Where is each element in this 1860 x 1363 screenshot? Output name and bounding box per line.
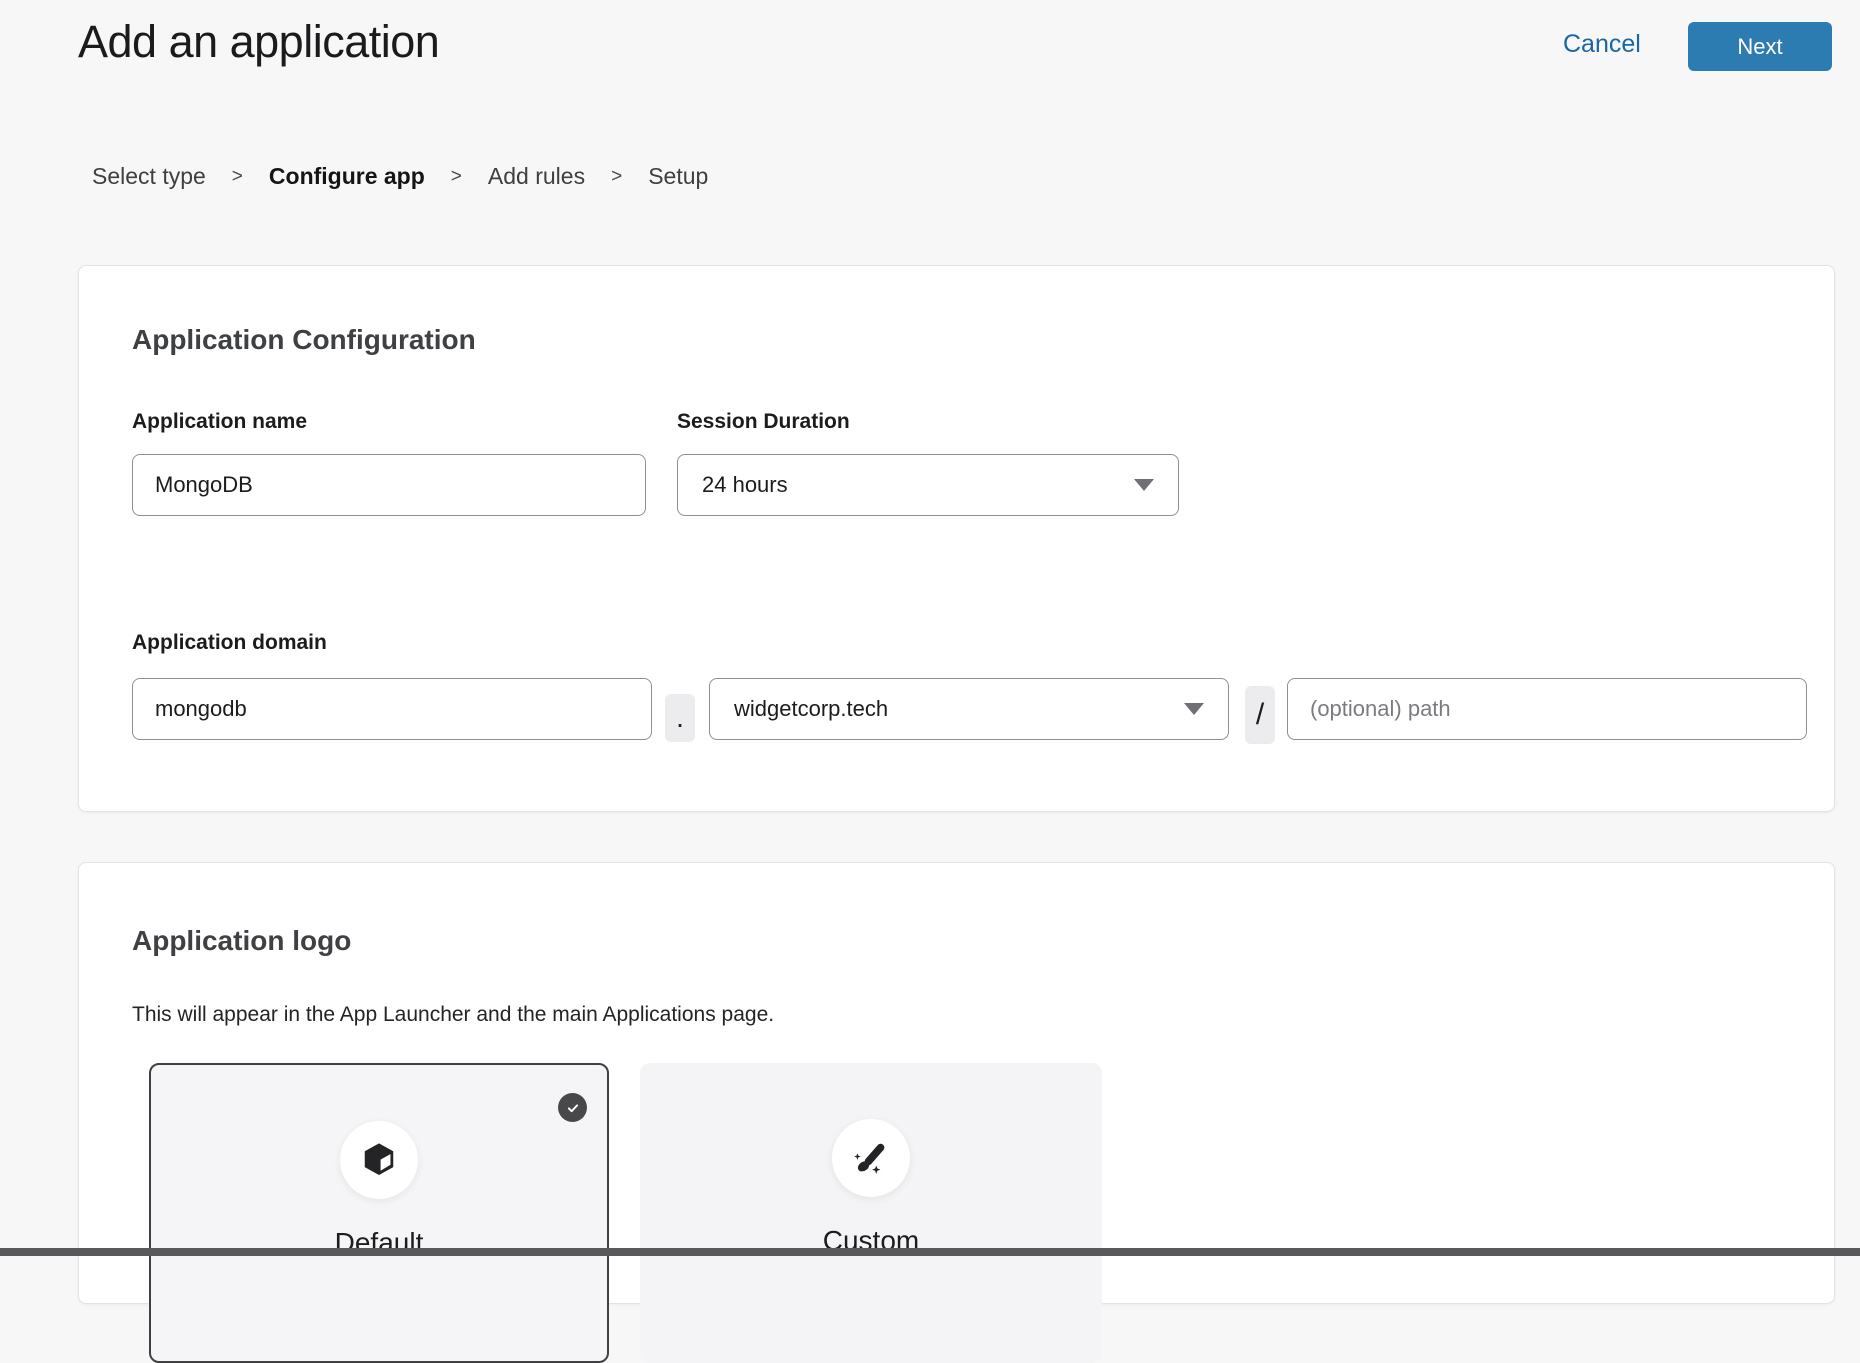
application-name-input[interactable] bbox=[132, 454, 646, 516]
bottom-edge-bar bbox=[0, 1248, 1860, 1256]
step-add-rules[interactable]: Add rules bbox=[488, 163, 585, 190]
step-select-type[interactable]: Select type bbox=[92, 163, 206, 190]
logo-option-default[interactable]: Default bbox=[149, 1063, 609, 1363]
cube-icon bbox=[360, 1141, 398, 1179]
step-separator: > bbox=[232, 166, 243, 188]
selected-check-icon bbox=[558, 1093, 587, 1122]
default-logo-circle bbox=[340, 1121, 418, 1199]
session-duration-label: Session Duration bbox=[677, 411, 850, 432]
next-button[interactable]: Next bbox=[1688, 22, 1832, 71]
session-duration-value: 24 hours bbox=[702, 472, 788, 498]
cancel-button[interactable]: Cancel bbox=[1563, 30, 1641, 59]
configuration-heading: Application Configuration bbox=[132, 326, 476, 354]
path-slash-separator: / bbox=[1245, 686, 1275, 744]
logo-heading: Application logo bbox=[132, 927, 351, 955]
application-name-label: Application name bbox=[132, 411, 307, 432]
session-duration-select[interactable]: 24 hours bbox=[677, 454, 1179, 516]
path-input[interactable] bbox=[1287, 678, 1807, 740]
logo-description: This will appear in the App Launcher and… bbox=[132, 1001, 774, 1028]
step-configure-app[interactable]: Configure app bbox=[269, 163, 425, 190]
domain-dot-separator: . bbox=[665, 694, 695, 742]
application-domain-label: Application domain bbox=[132, 632, 327, 653]
step-setup[interactable]: Setup bbox=[648, 163, 708, 190]
step-separator: > bbox=[611, 166, 622, 188]
domain-select[interactable]: widgetcorp.tech bbox=[709, 678, 1229, 740]
subdomain-input[interactable] bbox=[132, 678, 652, 740]
paintbrush-icon bbox=[850, 1137, 892, 1179]
application-configuration-card: Application Configuration Application na… bbox=[78, 265, 1835, 812]
domain-value: widgetcorp.tech bbox=[734, 696, 888, 722]
wizard-steps: Select type > Configure app > Add rules … bbox=[92, 163, 708, 190]
application-logo-card: Application logo This will appear in the… bbox=[78, 862, 1835, 1304]
step-separator: > bbox=[451, 166, 462, 188]
logo-option-custom[interactable]: Custom bbox=[640, 1063, 1102, 1363]
custom-logo-circle bbox=[832, 1119, 910, 1197]
page-title: Add an application bbox=[78, 16, 439, 68]
chevron-down-icon bbox=[1134, 479, 1154, 491]
chevron-down-icon bbox=[1184, 703, 1204, 715]
